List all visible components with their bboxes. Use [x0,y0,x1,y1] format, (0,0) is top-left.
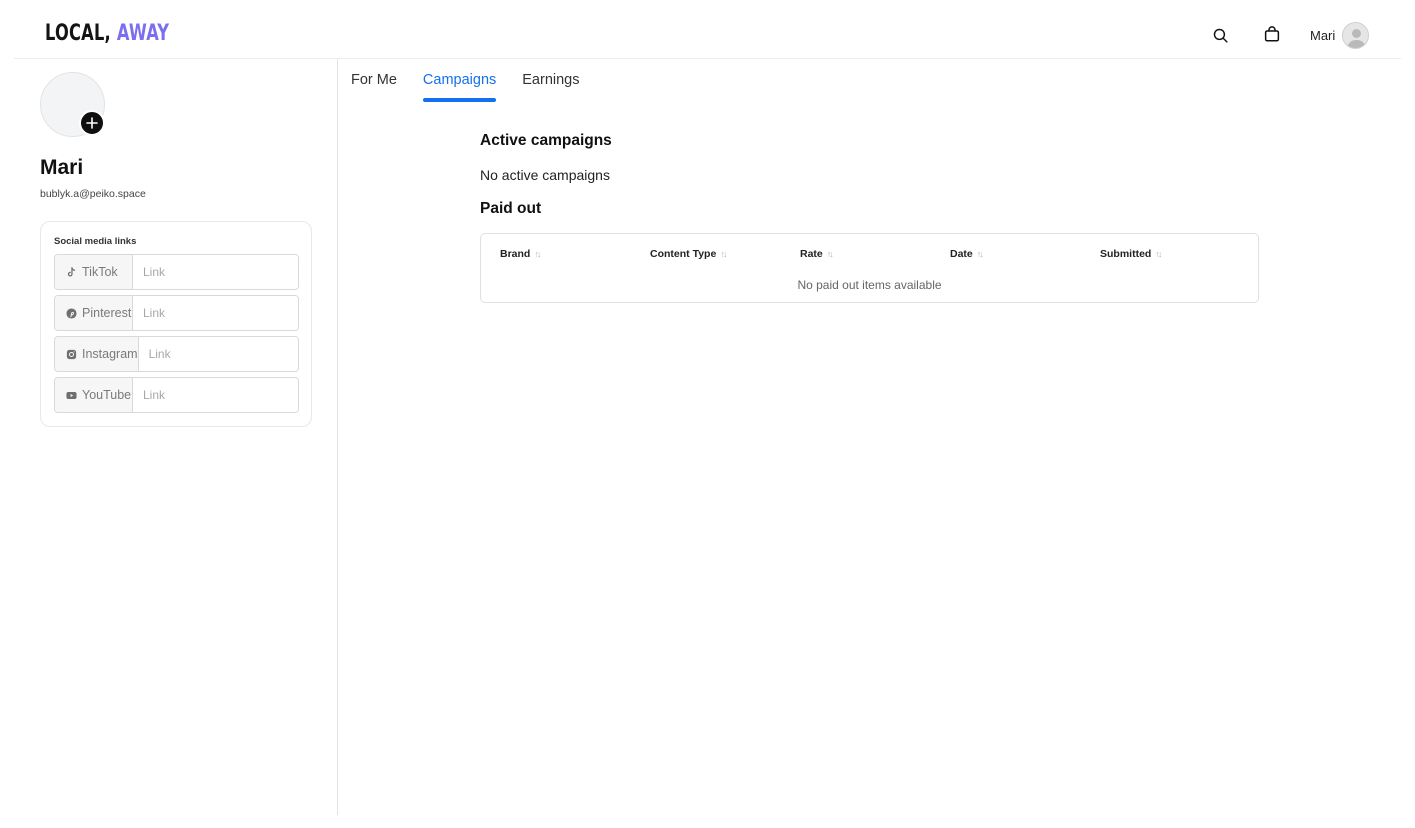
plus-icon [86,117,98,129]
tiktok-icon [66,266,77,278]
sort-icon: ↑↓ [720,249,727,259]
sort-icon: ↑↓ [826,249,834,259]
instagram-link-input[interactable] [138,337,298,371]
social-label-text: Pinterest [82,306,132,320]
logo-text-away: AWAY [110,21,170,46]
active-campaigns-heading: Active campaigns [480,132,612,149]
paid-out-heading: Paid out [480,200,542,217]
social-links-title: Social media links [54,236,137,247]
social-row-tiktok: TikTok [54,254,299,290]
column-header-label: Rate [800,248,823,260]
sort-icon: ↑↓ [1155,249,1162,259]
top-header: LOCAL, AWAY Mari [14,0,1401,59]
tiktok-link-input[interactable] [133,255,298,289]
pinterest-link-input[interactable] [133,296,298,330]
paid-out-table: Brand ↑↓ Content Type ↑↓ Rate ↑↓ Date ↑↓… [480,233,1259,303]
no-active-campaigns-text: No active campaigns [480,167,610,183]
logo-text-local: LOCAL, [45,21,111,46]
sort-icon: ↑↓ [534,249,541,259]
social-row-instagram: Instagram [54,336,299,372]
user-menu[interactable]: Mari [1310,22,1370,49]
sort-icon: ↑↓ [976,249,984,259]
column-header-content-type[interactable]: Content Type ↑↓ [650,248,727,260]
tab-earnings[interactable]: Earnings [522,72,579,102]
column-header-label: Submitted [1100,248,1152,260]
social-label-text: TikTok [82,265,118,279]
search-icon[interactable] [1210,25,1230,45]
add-photo-button[interactable] [79,110,105,136]
profile-email: bublyk.a@peiko.space [40,188,146,200]
social-links-card: Social media links TikTok Pinterest [40,221,312,427]
social-label-text: YouTube [82,388,132,402]
instagram-icon [66,349,77,360]
tab-bar: For Me Campaigns Earnings [351,72,580,102]
tab-campaigns[interactable]: Campaigns [422,72,497,102]
empty-table-message: No paid out items available [797,278,942,292]
profile-name: Mari [40,156,84,179]
column-header-submitted[interactable]: Submitted ↑↓ [1100,248,1162,260]
youtube-icon [66,390,77,401]
social-label-text: Instagram [82,347,138,361]
social-label-instagram: Instagram [55,337,139,371]
column-header-brand[interactable]: Brand ↑↓ [500,248,541,260]
column-header-rate[interactable]: Rate ↑↓ [800,248,834,260]
column-header-label: Content Type [650,248,717,260]
youtube-link-input[interactable] [133,378,298,412]
user-name: Mari [1310,28,1336,43]
logo[interactable]: LOCAL, AWAY [45,21,169,46]
social-label-tiktok: TikTok [55,255,133,289]
social-label-pinterest: Pinterest [55,296,133,330]
shopping-bag-icon[interactable] [1262,24,1282,44]
column-header-label: Date [950,248,973,260]
avatar [1342,22,1370,49]
tab-for-me[interactable]: For Me [351,72,397,102]
social-row-youtube: YouTube [54,377,299,413]
profile-sidebar: Mari bublyk.a@peiko.space Social media l… [0,59,338,815]
social-row-pinterest: Pinterest [54,295,299,331]
social-label-youtube: YouTube [55,378,133,412]
pinterest-icon [66,307,77,319]
column-header-label: Brand [500,248,531,260]
column-header-date[interactable]: Date ↑↓ [950,248,984,260]
